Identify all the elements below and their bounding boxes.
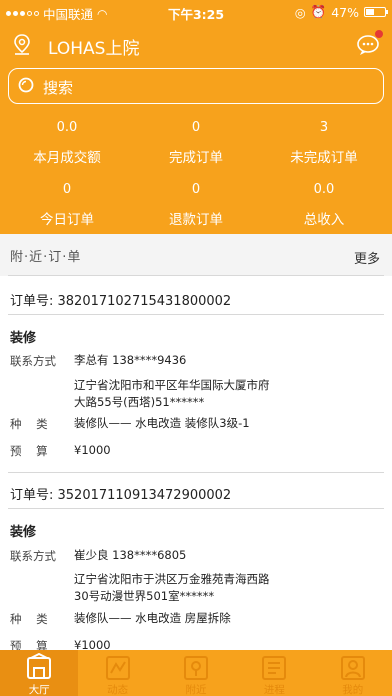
status-bar: 中国联通 ◠ 下午3:25 ◎ ⏰ 47% — [0, 0, 392, 24]
battery-percent: 47% — [331, 4, 359, 20]
hall-icon — [27, 653, 52, 679]
budget-value: ¥1000 — [74, 443, 111, 457]
bottom-tab-bar: 大厅 动态 附近 进程 我的 — [0, 650, 392, 696]
tab-profile[interactable]: 我的 — [314, 650, 392, 696]
stat-label: 退款订单 — [169, 212, 223, 228]
alarm-icon: ⏰ — [310, 4, 327, 19]
tab-hall[interactable]: 大厅 — [0, 650, 79, 696]
type-label: 种 类 — [10, 417, 48, 431]
notification-dot — [375, 30, 383, 38]
stat-today-orders[interactable]: 0 今日订单 — [2, 182, 132, 228]
stat-label: 未完成订单 — [290, 150, 358, 166]
stat-total-income[interactable]: 0.0 总收入 — [259, 182, 389, 228]
stat-refund-orders[interactable]: 0 退款订单 — [131, 182, 261, 228]
lock-rotation-icon: ◎ — [294, 4, 306, 20]
stat-value: 0 — [62, 182, 72, 197]
activity-icon — [105, 656, 130, 680]
location-pin-icon[interactable] — [12, 34, 32, 56]
divider — [8, 314, 384, 315]
stat-month-revenue[interactable]: 0.0 本月成交额 — [2, 120, 132, 166]
type-label: 种 类 — [10, 612, 48, 626]
stat-value: 0.0 — [56, 120, 78, 135]
app-header: LOHAS上院 — [0, 24, 392, 64]
tab-label: 动态 — [107, 684, 129, 696]
tab-label: 进程 — [263, 684, 285, 696]
stat-value: 0 — [191, 182, 201, 197]
divider — [8, 472, 384, 473]
stat-value: 0.0 — [313, 182, 335, 197]
stat-label: 完成订单 — [169, 150, 223, 166]
address-line-2: 30号动漫世界501室****** — [74, 589, 215, 603]
contact-label: 联系方式 — [10, 354, 56, 368]
type-value: 装修队—— 水电改造 房屋拆除 — [74, 611, 231, 625]
stat-label: 总收入 — [303, 212, 345, 228]
budget-label: 预 算 — [10, 444, 48, 458]
battery-icon — [364, 7, 388, 17]
order-category: 装修 — [10, 331, 37, 346]
profile-icon — [340, 656, 365, 680]
contact-value: 李总有 138****9436 — [74, 353, 187, 367]
page-title: LOHAS上院 — [48, 39, 140, 59]
stat-uncompleted-orders[interactable]: 3 未完成订单 — [259, 120, 389, 166]
tab-activity[interactable]: 动态 — [78, 650, 156, 696]
tab-progress[interactable]: 进程 — [235, 650, 313, 696]
order-category: 装修 — [10, 525, 37, 540]
type-value: 装修队—— 水电改造 装修队3级-1 — [74, 416, 250, 430]
tab-nearby[interactable]: 附近 — [157, 650, 235, 696]
divider — [8, 508, 384, 509]
tab-label: 大厅 — [28, 684, 50, 696]
nearby-icon — [183, 656, 208, 680]
more-link[interactable]: 更多 — [354, 248, 380, 267]
stat-completed-orders[interactable]: 0 完成订单 — [131, 120, 261, 166]
divider — [8, 275, 384, 276]
stat-value: 3 — [319, 120, 329, 135]
stat-label: 本月成交额 — [33, 150, 101, 166]
contact-label: 联系方式 — [10, 549, 56, 563]
search-icon — [18, 77, 34, 93]
tab-label: 附近 — [185, 684, 207, 696]
section-title: 附·近·订·单 — [10, 250, 82, 265]
contact-value: 崔少良 138****6805 — [74, 548, 187, 562]
tab-label: 我的 — [342, 684, 364, 696]
stat-value: 0 — [191, 120, 201, 135]
search-input[interactable]: 搜索 — [8, 68, 384, 104]
address-line-2: 大路55号(西塔)51****** — [74, 395, 205, 409]
nearby-orders-header: 附·近·订·单 更多 — [0, 234, 392, 276]
progress-icon — [262, 656, 287, 680]
address-line-1: 辽宁省沈阳市于洪区万金雅苑青海西路 — [74, 572, 270, 586]
stat-label: 今日订单 — [40, 212, 94, 228]
order-number: 订单号: 352017110913472900002 — [10, 488, 232, 503]
stats-panel: 0.0 本月成交额 0 完成订单 3 未完成订单 0 今日订单 0 退款订单 0… — [0, 104, 392, 234]
address-line-1: 辽宁省沈阳市和平区年华国际大厦市府 — [74, 378, 270, 392]
order-number: 订单号: 382017102715431800002 — [10, 294, 232, 309]
search-placeholder: 搜索 — [43, 79, 74, 97]
